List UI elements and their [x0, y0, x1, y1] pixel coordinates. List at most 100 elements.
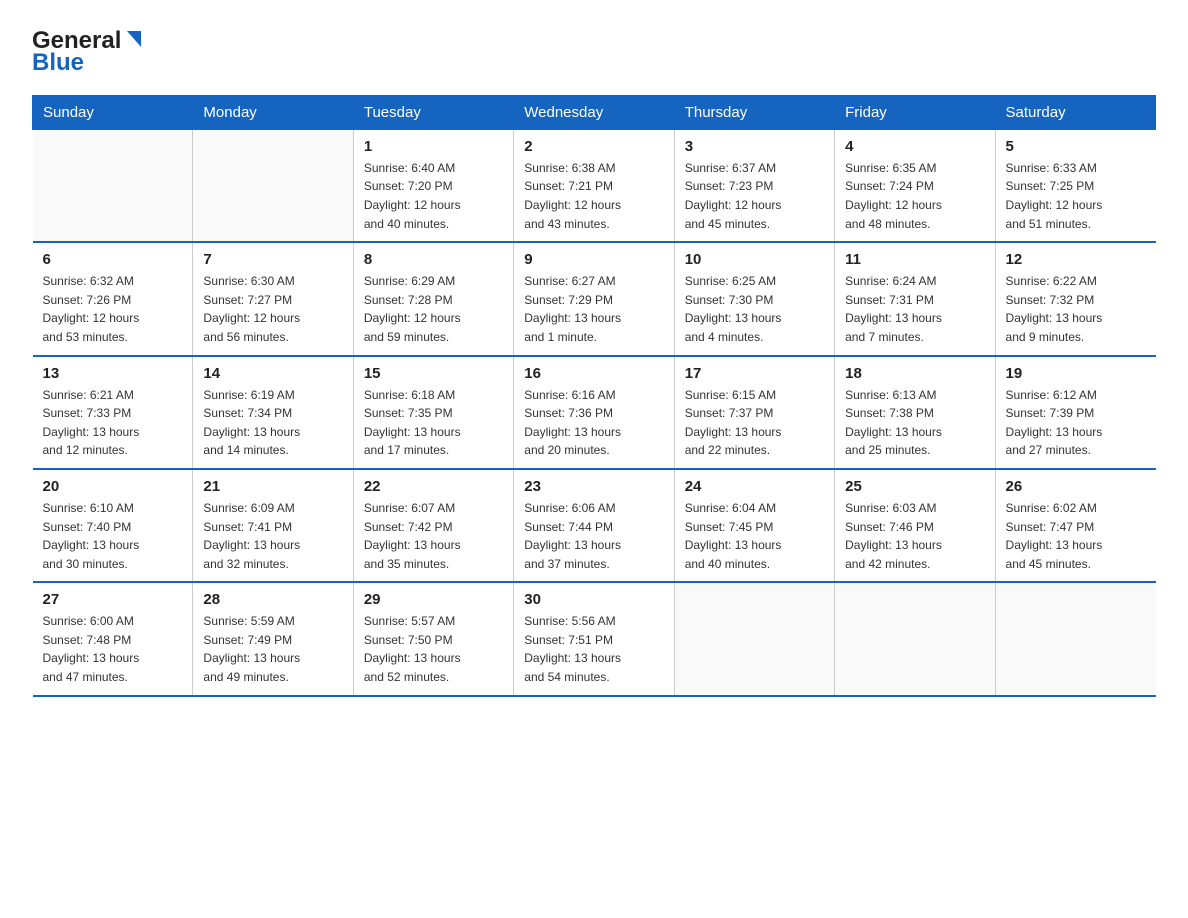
day-info: Sunrise: 6:09 AM Sunset: 7:41 PM Dayligh…	[203, 499, 342, 573]
day-info: Sunrise: 6:32 AM Sunset: 7:26 PM Dayligh…	[43, 272, 183, 346]
day-number: 14	[203, 365, 342, 382]
calendar-cell	[193, 129, 353, 242]
day-number: 24	[685, 478, 824, 495]
day-info: Sunrise: 6:04 AM Sunset: 7:45 PM Dayligh…	[685, 499, 824, 573]
calendar-cell: 12Sunrise: 6:22 AM Sunset: 7:32 PM Dayli…	[995, 242, 1155, 355]
calendar-cell: 9 Sunrise: 6:27 AM Sunset: 7:29 PM Daylig…	[514, 242, 674, 355]
day-number: 20	[43, 478, 183, 495]
calendar-cell	[33, 129, 193, 242]
day-info: Sunrise: 6:18 AM Sunset: 7:35 PM Dayligh…	[364, 386, 503, 460]
calendar-cell: 11 Sunrise: 6:24 AM Sunset: 7:31 PM Dayli…	[835, 242, 995, 355]
day-info: Sunrise: 6:37 AM Sunset: 7:23 PM Dayligh…	[685, 159, 824, 233]
day-number: 11	[845, 251, 984, 268]
page-header: General Blue	[32, 24, 1156, 77]
calendar-cell: 25 Sunrise: 6:03 AM Sunset: 7:46 PM Dayli…	[835, 469, 995, 582]
day-info: Sunrise: 6:12 AM Sunset: 7:39 PM Dayligh…	[1006, 386, 1146, 460]
day-info: Sunrise: 6:07 AM Sunset: 7:42 PM Dayligh…	[364, 499, 503, 573]
calendar-cell: 4Sunrise: 6:35 AM Sunset: 7:24 PM Daylig…	[835, 129, 995, 242]
calendar-cell: 13 Sunrise: 6:21 AM Sunset: 7:33 PM Dayli…	[33, 356, 193, 469]
calendar-cell: 6 Sunrise: 6:32 AM Sunset: 7:26 PM Daylig…	[33, 242, 193, 355]
day-number: 17	[685, 365, 824, 382]
calendar-week-row: 13 Sunrise: 6:21 AM Sunset: 7:33 PM Dayli…	[33, 356, 1156, 469]
day-info: Sunrise: 6:06 AM Sunset: 7:44 PM Dayligh…	[524, 499, 663, 573]
calendar-cell: 14 Sunrise: 6:19 AM Sunset: 7:34 PM Dayli…	[193, 356, 353, 469]
calendar-cell: 5 Sunrise: 6:33 AM Sunset: 7:25 PM Daylig…	[995, 129, 1155, 242]
calendar-week-row: 27 Sunrise: 6:00 AM Sunset: 7:48 PM Dayli…	[33, 582, 1156, 695]
day-info: Sunrise: 6:40 AM Sunset: 7:20 PM Dayligh…	[364, 159, 503, 233]
calendar-cell: 2Sunrise: 6:38 AM Sunset: 7:21 PM Daylig…	[514, 129, 674, 242]
day-number: 7	[203, 251, 342, 268]
day-number: 5	[1006, 138, 1146, 155]
day-info: Sunrise: 6:27 AM Sunset: 7:29 PM Dayligh…	[524, 272, 663, 346]
calendar-header-wednesday: Wednesday	[514, 95, 674, 129]
calendar-header-monday: Monday	[193, 95, 353, 129]
day-info: Sunrise: 6:21 AM Sunset: 7:33 PM Dayligh…	[43, 386, 183, 460]
calendar-cell	[995, 582, 1155, 695]
calendar-cell: 30 Sunrise: 5:56 AM Sunset: 7:51 PM Dayli…	[514, 582, 674, 695]
day-number: 22	[364, 478, 503, 495]
day-info: Sunrise: 6:00 AM Sunset: 7:48 PM Dayligh…	[43, 612, 183, 686]
day-info: Sunrise: 6:02 AM Sunset: 7:47 PM Dayligh…	[1006, 499, 1146, 573]
calendar-cell: 21 Sunrise: 6:09 AM Sunset: 7:41 PM Dayli…	[193, 469, 353, 582]
day-number: 1	[364, 138, 503, 155]
day-number: 26	[1006, 478, 1146, 495]
calendar-cell: 8 Sunrise: 6:29 AM Sunset: 7:28 PM Daylig…	[353, 242, 513, 355]
logo-blue-text: Blue	[32, 50, 145, 76]
logo: General Blue	[32, 24, 145, 77]
day-number: 9	[524, 251, 663, 268]
calendar-cell: 15 Sunrise: 6:18 AM Sunset: 7:35 PM Dayli…	[353, 356, 513, 469]
logo-svg: General Blue	[32, 28, 145, 77]
day-number: 15	[364, 365, 503, 382]
day-number: 23	[524, 478, 663, 495]
day-number: 3	[685, 138, 824, 155]
calendar-week-row: 20Sunrise: 6:10 AM Sunset: 7:40 PM Dayli…	[33, 469, 1156, 582]
calendar-cell: 7 Sunrise: 6:30 AM Sunset: 7:27 PM Daylig…	[193, 242, 353, 355]
day-info: Sunrise: 6:30 AM Sunset: 7:27 PM Dayligh…	[203, 272, 342, 346]
day-info: Sunrise: 6:24 AM Sunset: 7:31 PM Dayligh…	[845, 272, 984, 346]
day-number: 30	[524, 591, 663, 608]
day-number: 4	[845, 138, 984, 155]
day-number: 27	[43, 591, 183, 608]
calendar-header-friday: Friday	[835, 95, 995, 129]
calendar-header-thursday: Thursday	[674, 95, 834, 129]
day-number: 25	[845, 478, 984, 495]
day-number: 18	[845, 365, 984, 382]
calendar-cell: 29Sunrise: 5:57 AM Sunset: 7:50 PM Dayli…	[353, 582, 513, 695]
calendar-cell: 1 Sunrise: 6:40 AM Sunset: 7:20 PM Daylig…	[353, 129, 513, 242]
day-info: Sunrise: 6:38 AM Sunset: 7:21 PM Dayligh…	[524, 159, 663, 233]
day-number: 8	[364, 251, 503, 268]
day-info: Sunrise: 6:16 AM Sunset: 7:36 PM Dayligh…	[524, 386, 663, 460]
day-info: Sunrise: 6:03 AM Sunset: 7:46 PM Dayligh…	[845, 499, 984, 573]
calendar-week-row: 1 Sunrise: 6:40 AM Sunset: 7:20 PM Daylig…	[33, 129, 1156, 242]
day-info: Sunrise: 5:56 AM Sunset: 7:51 PM Dayligh…	[524, 612, 663, 686]
calendar-week-row: 6 Sunrise: 6:32 AM Sunset: 7:26 PM Daylig…	[33, 242, 1156, 355]
calendar-header-saturday: Saturday	[995, 95, 1155, 129]
day-number: 6	[43, 251, 183, 268]
calendar-cell: 22 Sunrise: 6:07 AM Sunset: 7:42 PM Dayli…	[353, 469, 513, 582]
day-number: 13	[43, 365, 183, 382]
calendar-table: SundayMondayTuesdayWednesdayThursdayFrid…	[32, 95, 1156, 697]
calendar-cell	[674, 582, 834, 695]
day-number: 16	[524, 365, 663, 382]
day-info: Sunrise: 6:13 AM Sunset: 7:38 PM Dayligh…	[845, 386, 984, 460]
calendar-cell: 28Sunrise: 5:59 AM Sunset: 7:49 PM Dayli…	[193, 582, 353, 695]
day-info: Sunrise: 5:59 AM Sunset: 7:49 PM Dayligh…	[203, 612, 342, 686]
calendar-cell: 27 Sunrise: 6:00 AM Sunset: 7:48 PM Dayli…	[33, 582, 193, 695]
calendar-header-sunday: Sunday	[33, 95, 193, 129]
calendar-cell: 19 Sunrise: 6:12 AM Sunset: 7:39 PM Dayli…	[995, 356, 1155, 469]
calendar-cell: 18 Sunrise: 6:13 AM Sunset: 7:38 PM Dayli…	[835, 356, 995, 469]
day-info: Sunrise: 6:33 AM Sunset: 7:25 PM Dayligh…	[1006, 159, 1146, 233]
day-info: Sunrise: 6:15 AM Sunset: 7:37 PM Dayligh…	[685, 386, 824, 460]
calendar-cell: 23 Sunrise: 6:06 AM Sunset: 7:44 PM Dayli…	[514, 469, 674, 582]
day-number: 21	[203, 478, 342, 495]
day-number: 19	[1006, 365, 1146, 382]
calendar-cell: 26 Sunrise: 6:02 AM Sunset: 7:47 PM Dayli…	[995, 469, 1155, 582]
calendar-cell: 20Sunrise: 6:10 AM Sunset: 7:40 PM Dayli…	[33, 469, 193, 582]
day-info: Sunrise: 6:22 AM Sunset: 7:32 PM Dayligh…	[1006, 272, 1146, 346]
day-number: 10	[685, 251, 824, 268]
day-info: Sunrise: 6:29 AM Sunset: 7:28 PM Dayligh…	[364, 272, 503, 346]
calendar-cell: 10Sunrise: 6:25 AM Sunset: 7:30 PM Dayli…	[674, 242, 834, 355]
calendar-cell: 24 Sunrise: 6:04 AM Sunset: 7:45 PM Dayli…	[674, 469, 834, 582]
day-info: Sunrise: 6:19 AM Sunset: 7:34 PM Dayligh…	[203, 386, 342, 460]
calendar-cell: 16 Sunrise: 6:16 AM Sunset: 7:36 PM Dayli…	[514, 356, 674, 469]
